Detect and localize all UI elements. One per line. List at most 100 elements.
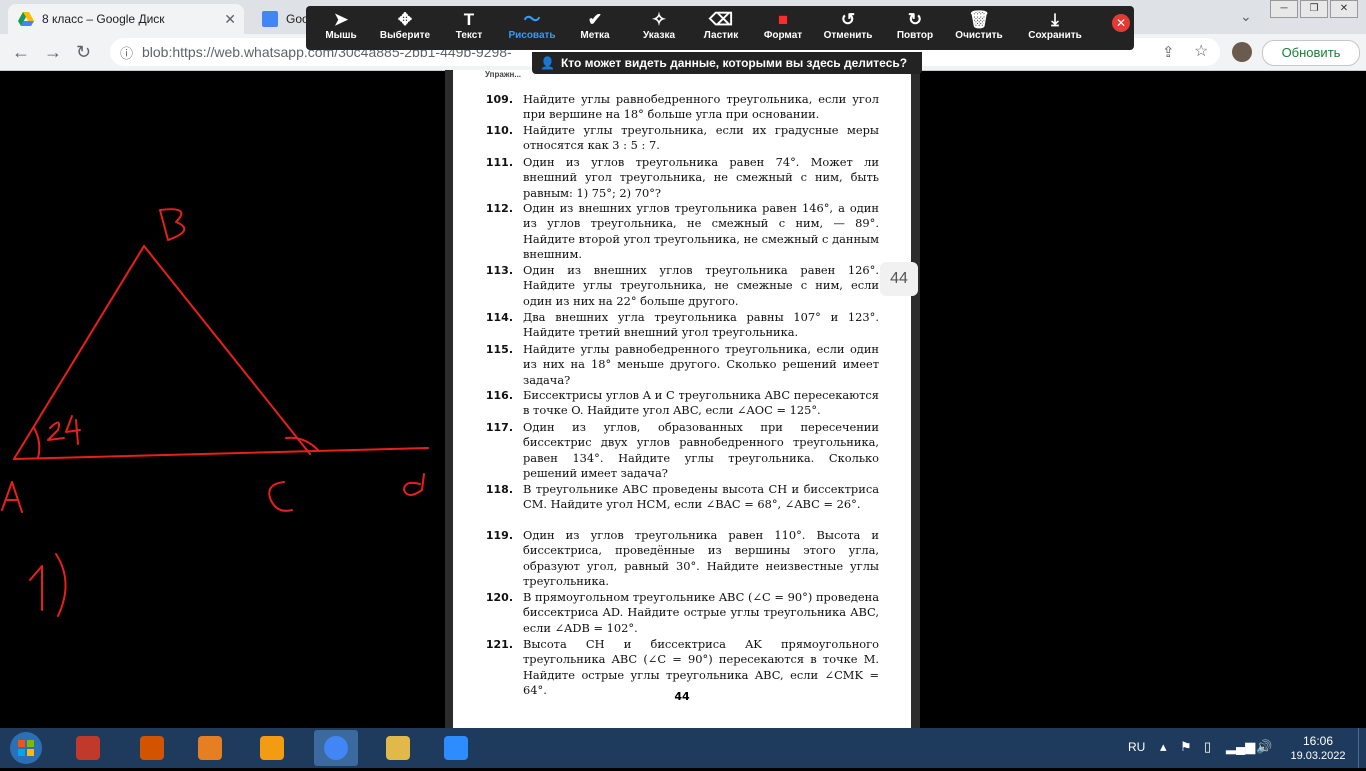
tab-google-drive[interactable]: 8 класс – Google Диск ✕ (8, 4, 244, 34)
app-red-gear-icon (76, 736, 100, 760)
bookmark-star-icon[interactable]: ☆ (1194, 41, 1208, 61)
back-arrow-icon[interactable]: ← (12, 42, 30, 63)
problem-text: Найдите углы равнобедренного треугольник… (523, 342, 879, 387)
problem-text: В треугольнике ABC проведены высота CH и… (523, 482, 879, 512)
tab-title: 8 класс – Google Диск (42, 12, 165, 26)
tool-save[interactable]: ⤓ Сохранить (1024, 10, 1086, 41)
number-24-stroke (47, 415, 81, 445)
textbook-page: Упражн... 109. Найдите углы равнобедренно… (453, 70, 911, 728)
taskbar-app-video-player[interactable] (188, 730, 232, 766)
page-indicator: 44 (880, 262, 918, 296)
tool-label: Отменить (823, 30, 873, 41)
save-icon: ⤓ (1051, 10, 1059, 29)
close-annotation-icon[interactable]: ✕ (1112, 14, 1130, 32)
google-drive-icon (18, 11, 34, 27)
letter-a-stroke (1, 481, 23, 513)
problem-text: Один из внешних углов треугольника равен… (523, 201, 879, 262)
problem-text: Найдите углы треугольника, если их граду… (523, 123, 879, 153)
tool-undo[interactable]: ↺ Отменить (817, 10, 879, 41)
problem-number: 115. (485, 343, 513, 356)
window-controls: ─ ❐ ✕ (1270, 0, 1358, 18)
tool-cursor[interactable]: ➤ Мышь (310, 10, 372, 41)
close-tab-icon[interactable]: ✕ (224, 11, 236, 28)
forward-arrow-icon[interactable]: → (44, 42, 62, 63)
whiteboard-drawing[interactable] (0, 70, 445, 728)
taskbar: RU ▴ ⚑ ▯ ▂▄▆ 🔊 16:06 19.03.2022 (0, 728, 1366, 768)
tray-expand-icon[interactable]: ▴ (1160, 739, 1167, 755)
close-window-button[interactable]: ✕ (1330, 0, 1358, 18)
move-icon: ✥ (397, 10, 413, 29)
tool-draw[interactable]: 〜 Рисовать (501, 10, 563, 41)
action-center-flag-icon[interactable]: ⚑ (1180, 739, 1192, 755)
problem-number: 109. (485, 93, 513, 106)
document-viewer: Упражн... 109. Найдите углы равнобедренно… (445, 70, 920, 728)
taskbar-app-avast[interactable] (250, 730, 294, 766)
start-button[interactable] (2, 730, 50, 766)
volume-icon[interactable]: 🔊 (1256, 739, 1272, 755)
item-1-stroke (29, 553, 67, 617)
site-info-icon[interactable]: ⓘ (120, 43, 133, 62)
tool-label: Ластик (703, 30, 739, 41)
tool-label: Выберите (379, 30, 431, 41)
minimize-button[interactable]: ─ (1270, 0, 1298, 18)
share-notice-banner[interactable]: 👤 Кто может видеть данные, которыми вы зд… (532, 52, 922, 74)
clock-time[interactable]: 16:06 (1286, 734, 1350, 748)
taskbar-app-app-red-gear[interactable] (66, 730, 110, 766)
restore-button[interactable]: ❐ (1300, 0, 1328, 18)
draw-icon: 〜 (523, 10, 541, 29)
tool-label: Сохранить (1028, 30, 1082, 41)
tool-move[interactable]: ✥ Выберите (374, 10, 436, 41)
language-indicator[interactable]: RU (1128, 740, 1145, 754)
tool-checkmark[interactable]: ✔ Метка (564, 10, 626, 41)
base-line (13, 447, 429, 460)
show-desktop-button[interactable] (1358, 728, 1366, 768)
problem-number: 119. (485, 529, 513, 542)
clock-date[interactable]: 19.03.2022 (1282, 750, 1354, 762)
triangle-side-bc (143, 245, 311, 455)
avast-icon (260, 736, 284, 760)
letter-c-stroke (268, 481, 293, 512)
triangle-side-ab (13, 245, 145, 460)
angle-arc-a (33, 427, 41, 459)
tool-format-color[interactable]: ■ Формат (752, 10, 814, 41)
ccleaner-icon (140, 736, 164, 760)
problem-number: 112. (485, 202, 513, 215)
tool-label: Текст (455, 30, 483, 41)
problem-number: 111. (485, 156, 513, 169)
reload-icon[interactable]: ↻ (76, 42, 91, 63)
taskbar-app-chrome[interactable] (314, 730, 358, 766)
signal-icon[interactable]: ▂▄▆ (1226, 739, 1255, 755)
tool-redo[interactable]: ↻ Повтор (884, 10, 946, 41)
problem-number: 117. (485, 421, 513, 434)
problem-number: 120. (485, 591, 513, 604)
tool-label: Очистить (955, 30, 1003, 41)
cursor-icon: ➤ (333, 10, 349, 29)
problem-number: 113. (485, 264, 513, 277)
profile-avatar[interactable] (1232, 42, 1252, 62)
share-icon[interactable]: ⇪ (1162, 43, 1175, 61)
tab-google[interactable]: Goo (252, 4, 312, 34)
letter-b-stroke (159, 208, 186, 241)
problem-text: Один из углов, образованных при пересече… (523, 420, 879, 481)
trash-icon: 🗑 (968, 10, 990, 29)
problem-text: Один из углов треугольника равен 74°. Мо… (523, 155, 879, 200)
problem-number: 114. (485, 311, 513, 324)
problem-text: Два внешних угла треугольника равны 107°… (523, 310, 879, 340)
person-icon: 👤 (540, 56, 555, 70)
tool-text[interactable]: T Текст (438, 10, 500, 41)
device-icon[interactable]: ▯ (1204, 739, 1211, 755)
checkmark-icon: ✔ (587, 10, 603, 29)
update-button[interactable]: Обновить (1262, 40, 1360, 66)
video-player-icon (198, 736, 222, 760)
letter-d-stroke (403, 473, 425, 496)
taskbar-app-ccleaner[interactable] (130, 730, 174, 766)
tab-search-chevron-icon[interactable]: ⌄ (1240, 8, 1252, 25)
problem-text: В прямоугольном треугольнике ABC (∠C = 9… (523, 590, 879, 635)
taskbar-app-file-explorer[interactable] (376, 730, 420, 766)
tool-pointer-wand[interactable]: ✧ Указка (628, 10, 690, 41)
taskbar-app-zoom[interactable] (434, 730, 478, 766)
section-heading: Упражн... (485, 70, 522, 79)
tool-eraser[interactable]: ⌫ Ластик (690, 10, 752, 41)
problem-text: Найдите углы равнобедренного треугольник… (523, 92, 879, 122)
tool-trash[interactable]: 🗑 Очистить (948, 10, 1010, 41)
